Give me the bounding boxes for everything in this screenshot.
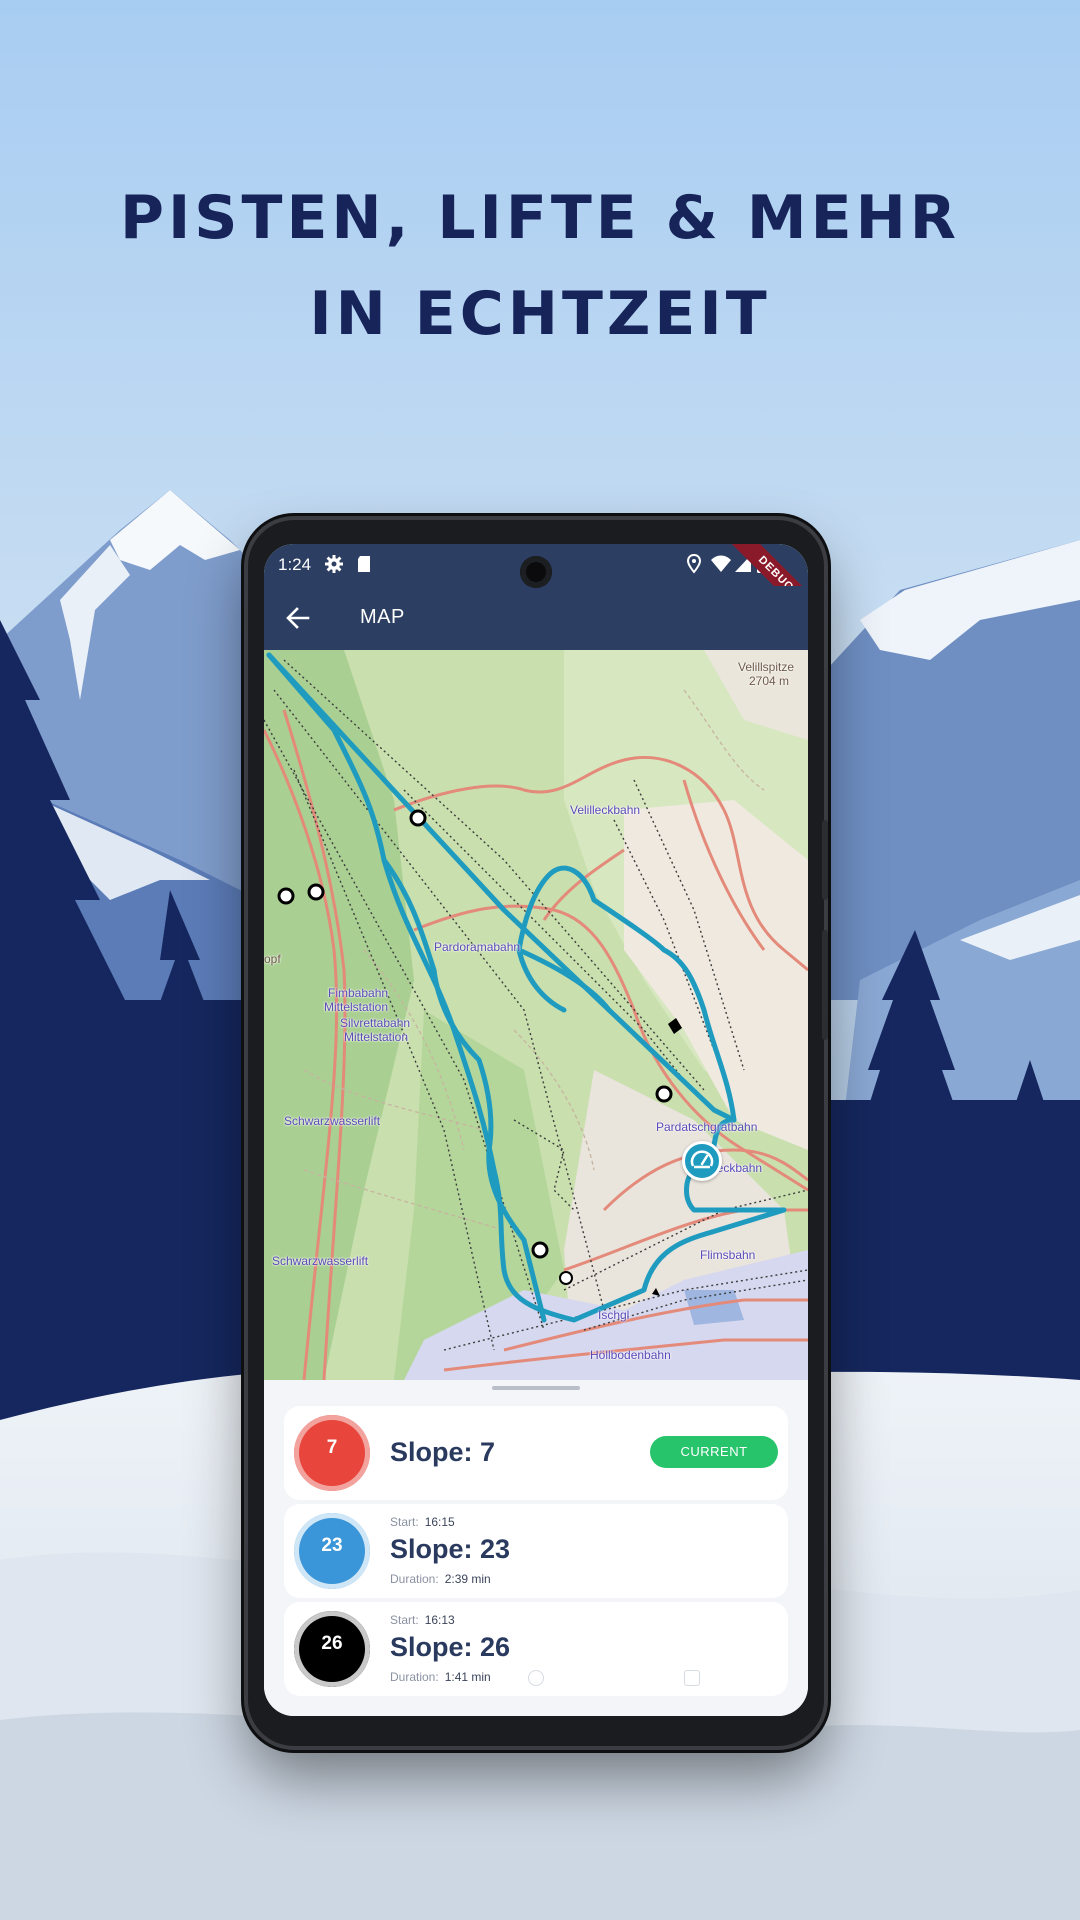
duration-value: 1:41 min [444,1670,491,1684]
map-label-silvrettabahn: Silvrettabahn [340,1016,411,1030]
map-label-schwarzwasserlift-2: Schwarzwasserlift [272,1254,369,1268]
slope-number-badge: 7 [294,1415,370,1491]
map-label-pardoramabahn: Pardoramabahn [434,940,521,954]
duration-value: 2:39 min [444,1572,491,1586]
start-time: 16:15 [424,1515,455,1529]
app-bar-title: MAP [360,606,405,628]
arrow-left-icon[interactable] [284,604,312,632]
slope-number: 7 [326,1437,338,1458]
map-label-velillspitze-alt: 2704 m [749,674,790,688]
speedometer-icon[interactable] [682,1141,722,1181]
front-camera [520,556,552,588]
map-view[interactable]: Velillspitze 2704 m Velilleckbahn Pardor… [264,650,808,1380]
map-label-velilleckbahn: Velilleckbahn [570,803,641,817]
map-label-hollbodenbahn: Höllbodenbahn [590,1348,671,1362]
slope-duration: Duration: 2:39 min [390,1572,491,1586]
slope-duration: Duration: 1:41 min [390,1670,491,1684]
map-label-fimba-mittelstation: Mittelstation [324,1000,389,1014]
map-label-velillspitze: Velillspitze [738,660,795,674]
slope-number: 23 [321,1535,343,1556]
volume-button [822,820,828,900]
settings-icon [325,555,343,573]
map-label-pardatschgratbahn: Pardatschgratbahn [656,1120,758,1134]
map-canvas [264,650,808,1380]
nav-recents-icon[interactable] [684,1670,700,1686]
current-status-badge: CURRENT [650,1436,778,1468]
duration-label: Duration: [390,1670,439,1684]
location-icon [686,554,702,574]
map-label-ischgl: Ischgl [598,1308,630,1322]
power-button [822,930,828,1040]
slope-start: Start: 16:15 [390,1515,455,1529]
slopes-bottom-sheet[interactable]: 7 Slope: 7 CURRENT 23 Start: 16:15 Slope:… [264,1380,808,1716]
slope-card[interactable]: 26 Start: 16:13 Slope: 26 Duration: 1:41 m… [284,1602,788,1696]
headline-line-2: IN ECHTZEIT [309,279,771,349]
slope-number-badge: 26 [294,1611,370,1687]
headline-line-1: PISTEN, LIFTE & MEHR [120,183,960,253]
nav-home-icon[interactable] [528,1670,544,1686]
app-bar: MAP [264,586,808,650]
phone-screen: 1:24 DEBUG MAP Velillspitze 2704 m Velil… [264,544,808,1716]
map-label-opf: opf [264,952,281,966]
status-time: 1:24 [278,555,312,574]
sd-card-icon [358,556,370,572]
start-time: 16:13 [424,1613,455,1627]
map-label-schwarzwasserlift-1: Schwarzwasserlift [284,1114,381,1128]
phone-frame: 1:24 DEBUG MAP Velillspitze 2704 m Velil… [248,520,828,1746]
wifi-icon [711,555,731,572]
headline: PISTEN, LIFTE & MEHR IN ECHTZEIT [0,170,1080,362]
start-label: Start: [390,1515,419,1529]
slope-title: Slope: 23 [390,1534,511,1564]
map-label-silvretta-mittelstation: Mittelstation [344,1030,409,1044]
start-label: Start: [390,1613,419,1627]
map-label-flimsbahn: Flimsbahn [700,1248,756,1262]
slope-title: Slope: 7 [390,1437,496,1467]
slope-number: 26 [321,1633,343,1654]
slope-number-badge: 23 [294,1513,370,1589]
map-label-fimbabahn: Fimbabahn [328,986,389,1000]
slope-card[interactable]: 7 Slope: 7 CURRENT [284,1406,788,1500]
slope-card[interactable]: 23 Start: 16:15 Slope: 23 Duration: 2:39 m… [284,1504,788,1598]
duration-label: Duration: [390,1572,439,1586]
slope-start: Start: 16:13 [390,1613,455,1627]
slope-title: Slope: 26 [390,1632,511,1662]
sheet-drag-handle[interactable] [492,1386,580,1390]
